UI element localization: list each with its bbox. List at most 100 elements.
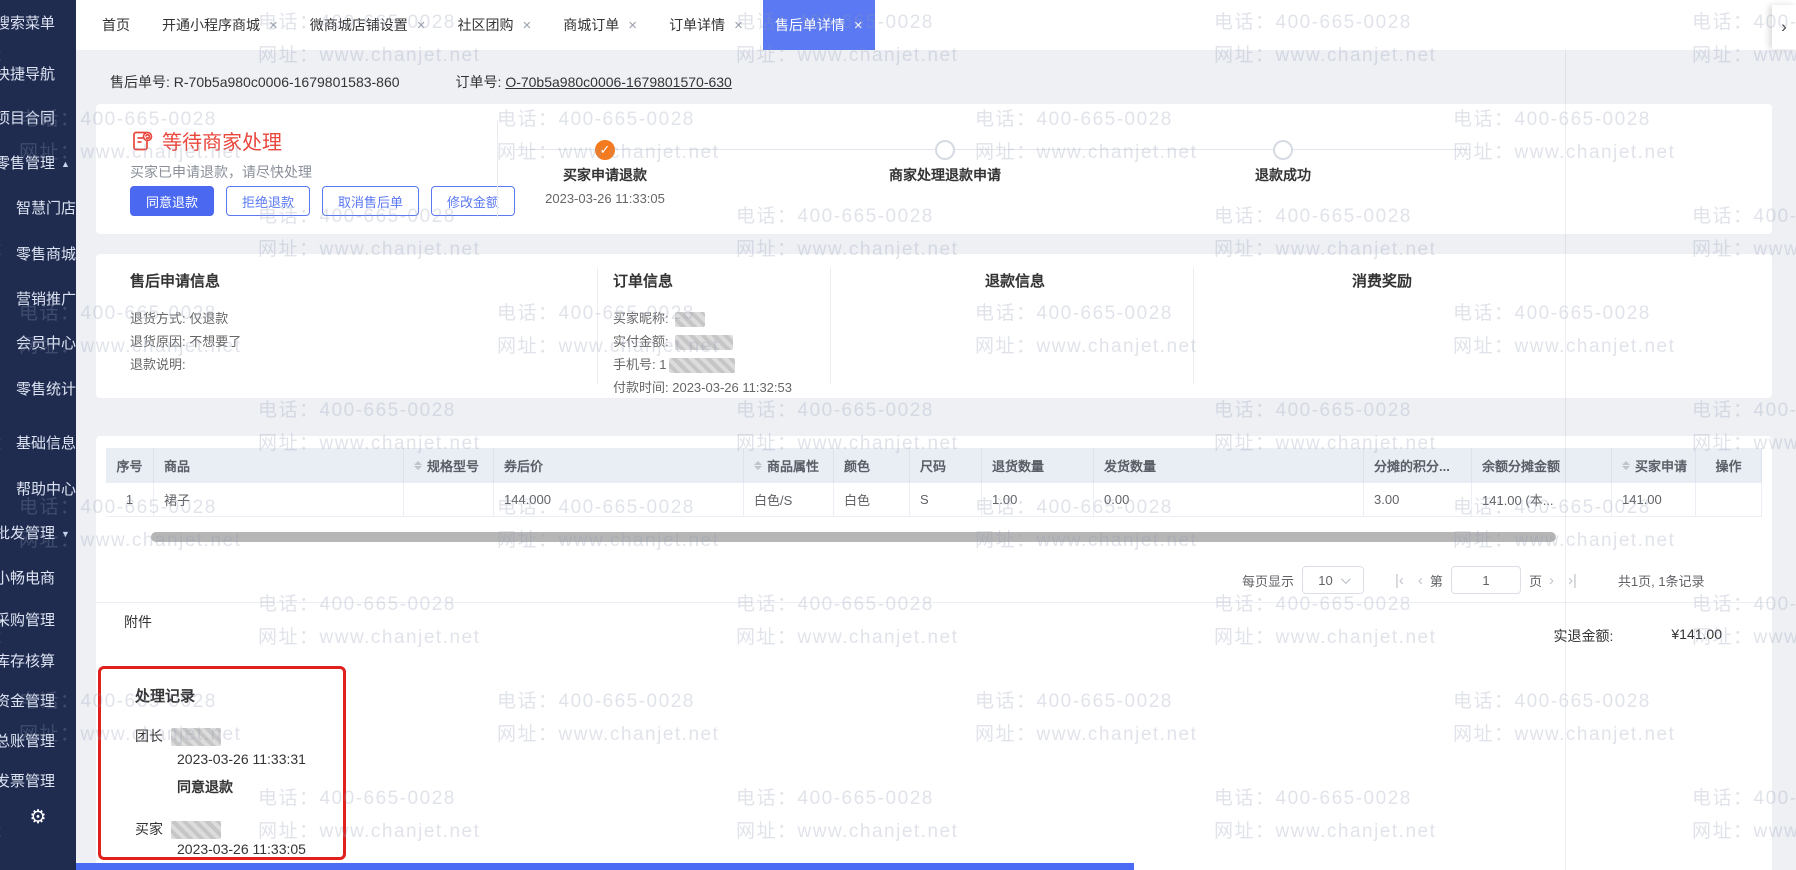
sidebar-item-label: 库存核算	[0, 653, 56, 670]
sidebar-item-1[interactable]: 搜索菜单	[0, 12, 55, 33]
sidebar-item-label: 快捷导航	[0, 66, 56, 83]
progress-steps: ✓ 买家申请退款 2023-03-26 11:33:05 商家处理退款申请 退款成功	[96, 104, 1772, 234]
table-body: 1 裙子 144.000 白色/S 白色 S 1.00 0.00 3.00 141.00 (本..…	[106, 483, 1762, 517]
sidebar-item-12[interactable]: 批发管理 ▼	[0, 522, 70, 543]
sidebar-item-3[interactable]: 项目合同	[0, 107, 55, 128]
sidebar-item-label: 智慧门店	[16, 200, 77, 217]
table-cell: 1.00	[982, 483, 1094, 517]
column-header-9: 发货数量	[1094, 448, 1364, 483]
info-section-3: 退款信息	[985, 270, 1045, 307]
sidebar-item-label: 搜索菜单	[0, 15, 56, 32]
info-field: 手机号: 1	[613, 353, 792, 376]
caret-up-icon: ▲	[61, 159, 70, 169]
sidebar-item-label: 小畅电商	[0, 570, 56, 587]
sidebar-item-7[interactable]: 营销推广	[16, 288, 76, 309]
pagination-next-icon[interactable]: ›	[1549, 572, 1554, 589]
sidebar-item-14[interactable]: 采购管理	[0, 609, 55, 630]
sidebar-item-13[interactable]: 小畅电商	[0, 567, 55, 588]
sort-caret-icon[interactable]	[1622, 457, 1630, 474]
tab-3[interactable]: 微商城店铺设置 ×	[298, 0, 438, 50]
gear-icon[interactable]: ⚙	[0, 806, 76, 829]
masked-value	[171, 821, 221, 840]
table-header-row: 序号 商品 规格型号 券后价 商品属性 颜色 尺码 退货数量 发货数量 分摊的积分... 余额分摊金…	[106, 448, 1762, 483]
page-prefix: 第	[1429, 573, 1443, 589]
sort-caret-icon[interactable]	[754, 457, 762, 474]
page-number-value: 1	[1482, 572, 1490, 588]
pagination-first-icon[interactable]: |‹	[1395, 572, 1404, 589]
pagination-prev-icon[interactable]: ‹	[1418, 572, 1423, 589]
table-cell: 1	[106, 483, 154, 517]
tab-label: 首页	[102, 17, 130, 33]
sort-asc-icon	[754, 457, 762, 465]
pagination: 每页显示 10 |‹ ‹ 第 1 页 › ›| 共1页, 1条记录	[1242, 564, 1705, 596]
tab-5[interactable]: 商城订单 ×	[551, 0, 649, 50]
close-icon[interactable]: ×	[417, 18, 426, 33]
masked-value	[171, 728, 221, 747]
info-field-label: 退货方式:	[130, 311, 190, 326]
sidebar-item-6[interactable]: 零售商城	[16, 243, 76, 264]
close-icon[interactable]: ×	[269, 18, 278, 33]
sidebar-item-label: 会员中心	[16, 335, 77, 352]
close-icon[interactable]: ×	[854, 18, 863, 33]
close-icon[interactable]: ×	[628, 18, 637, 33]
info-field-value: 1	[659, 357, 667, 372]
sidebar-item-16[interactable]: 资金管理	[0, 690, 55, 711]
column-header-13: 操作	[1696, 448, 1762, 483]
tab-label: 订单详情	[669, 17, 726, 33]
sidebar-item-18[interactable]: 发票管理	[0, 770, 55, 791]
process-log-action: 同意退款	[177, 779, 233, 795]
sidebar-item-10[interactable]: 基础信息	[16, 432, 76, 453]
column-header-3[interactable]: 规格型号	[404, 448, 494, 483]
attachments-label: 附件	[124, 614, 152, 630]
close-icon[interactable]: ×	[734, 18, 743, 33]
tab-6[interactable]: 订单详情 ×	[657, 0, 755, 50]
sidebar-item-label: 采购管理	[0, 612, 56, 629]
tab-7[interactable]: 售后单详情 ×	[762, 0, 875, 50]
column-header-11: 余额分摊金额	[1472, 448, 1612, 483]
divider	[96, 602, 1772, 603]
sidebar-item-9[interactable]: 零售统计	[16, 378, 76, 399]
sidebar-item-4[interactable]: 零售管理 ▲	[0, 152, 70, 173]
table-cell	[1696, 483, 1762, 517]
info-field-value: 仅退款	[189, 311, 229, 326]
tab-scroll-button[interactable]: ›	[1772, 5, 1796, 49]
tab-2[interactable]: 开通小程序商城 ×	[150, 0, 290, 50]
tab-1[interactable]: 首页	[90, 0, 142, 50]
sort-asc-icon	[414, 457, 422, 465]
close-icon[interactable]: ×	[523, 18, 532, 33]
step-circle-icon	[935, 140, 955, 160]
column-header-6: 颜色	[834, 448, 910, 483]
info-section-4: 消费奖励	[1352, 270, 1412, 307]
info-field-label: 退款说明:	[130, 357, 186, 372]
sidebar-item-17[interactable]: 总账管理	[0, 730, 55, 751]
sidebar-item-2[interactable]: 快捷导航	[0, 63, 55, 84]
info-field: 退货原因: 不想要了	[130, 330, 241, 353]
order-no: 订单号: O-70b5a980c0006-1679801570-630	[455, 74, 732, 90]
per-page-select[interactable]: 10	[1302, 566, 1365, 594]
info-section-title: 订单信息	[613, 273, 674, 290]
column-header-7: 尺码	[910, 448, 982, 483]
info-field-label: 实付金额:	[613, 334, 673, 349]
page-number-input[interactable]: 1	[1450, 566, 1521, 594]
horizontal-scrollbar-thumb[interactable]	[151, 532, 1556, 542]
sidebar-item-8[interactable]: 会员中心	[16, 332, 76, 353]
column-header-label: 券后价	[504, 459, 544, 474]
per-page-label: 每页显示	[1242, 573, 1295, 589]
sidebar-item-5[interactable]: 智慧门店	[16, 197, 76, 218]
order-no-link[interactable]: O-70b5a980c0006-1679801570-630	[505, 74, 732, 90]
sidebar-item-15[interactable]: 库存核算	[0, 650, 55, 671]
sidebar-item-label: 资金管理	[0, 693, 56, 710]
column-header-12[interactable]: 买家申请	[1612, 448, 1696, 483]
refund-label: 实退金额:	[1553, 628, 1614, 644]
sort-caret-icon[interactable]	[414, 457, 422, 474]
table-cell: 144.000	[494, 483, 744, 517]
tab-4[interactable]: 社区团购 ×	[446, 0, 544, 50]
process-log-role: 买家	[135, 819, 221, 840]
process-log-highlight-box: 处理记录 团长 2023-03-26 11:33:31 同意退款 买家 2023-03-…	[98, 666, 346, 860]
tab-label: 开通小程序商城	[162, 17, 260, 33]
step-connector-line	[515, 149, 1470, 150]
pagination-last-icon[interactable]: ›|	[1568, 572, 1577, 589]
sidebar-item-label: 零售商城	[16, 246, 77, 263]
column-header-5[interactable]: 商品属性	[744, 448, 834, 483]
sidebar-item-11[interactable]: 帮助中心	[16, 478, 76, 499]
